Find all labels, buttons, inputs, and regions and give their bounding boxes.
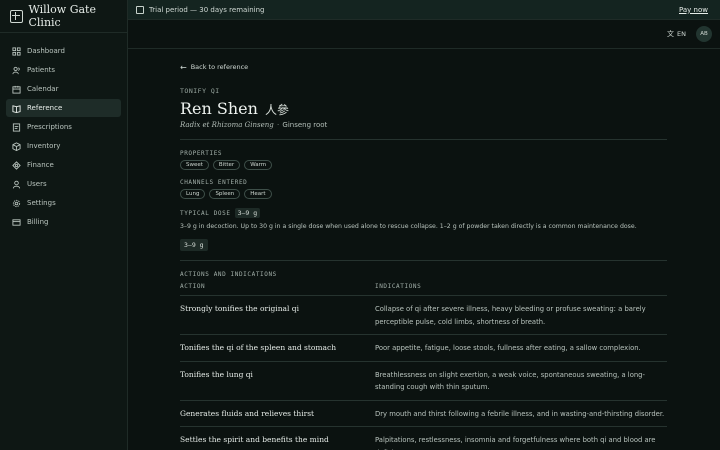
dose-row: TYPICAL DOSE 3–9 g (180, 208, 667, 218)
user-icon (12, 180, 21, 189)
table-row: Strongly tonifies the original qi Collap… (180, 296, 667, 335)
page-header: 文 EN AB (128, 20, 720, 49)
action-cell: Settles the spirit and benefits the mind (180, 435, 329, 444)
indications-cell: Palpitations, restlessness, insomnia and… (375, 436, 656, 450)
pay-now-link[interactable]: Pay now (679, 6, 708, 14)
sidebar-item-billing[interactable]: Billing (6, 213, 121, 231)
channel-chip: Heart (244, 189, 272, 199)
clinic-logo-icon (10, 9, 23, 23)
herb-title-row: Ren Shen 人參 (180, 99, 667, 118)
sidebar-item-inventory[interactable]: Inventory (6, 137, 121, 155)
sidebar-item-label: Users (27, 180, 47, 188)
action-cell: Strongly tonifies the original qi (180, 304, 299, 313)
herb-subtitle: Radix et Rhizoma Ginseng · Ginseng root (180, 121, 667, 129)
language-label: EN (677, 30, 686, 38)
arrow-left-icon: ← (180, 62, 187, 72)
property-chip: Sweet (180, 160, 209, 170)
sidebar-item-label: Calendar (27, 85, 59, 93)
channel-chip: Lung (180, 189, 206, 199)
page-title: Ren Shen (180, 99, 258, 118)
sidebar-item-label: Finance (27, 161, 54, 169)
back-link[interactable]: ← Back to reference (180, 60, 667, 74)
sidebar-item-label: Inventory (27, 142, 61, 150)
sidebar-item-label: Settings (27, 199, 56, 207)
translate-icon: 文 (667, 30, 675, 38)
brand[interactable]: Willow Gate Clinic (0, 0, 127, 33)
dose-badge: 3–9 g (180, 239, 208, 251)
table-row: Tonifies the qi of the spleen and stomac… (180, 335, 667, 362)
card-icon (12, 218, 21, 227)
book-icon (12, 104, 21, 113)
herb-category: TONIFY QI (180, 87, 220, 95)
table-row: Generates fluids and relieves thirst Dry… (180, 401, 667, 427)
property-chip: Bitter (212, 160, 241, 170)
sidebar-item-patients[interactable]: Patients (6, 61, 121, 79)
sidebar-item-label: Patients (27, 66, 56, 74)
trial-text: Trial period — 30 days remaining (149, 5, 265, 14)
sidebar-item-label: Prescriptions (27, 123, 72, 131)
users-icon (12, 66, 21, 75)
calendar-icon (12, 85, 21, 94)
indications-cell: Breathlessness on slight exertion, a wea… (375, 370, 645, 392)
divider (180, 139, 667, 140)
prescription-icon (12, 122, 21, 132)
column-header-indications: INDICATIONS (375, 283, 422, 290)
sidebar-item-label: Dashboard (27, 47, 65, 55)
action-cell: Tonifies the qi of the spleen and stomac… (180, 343, 337, 352)
herb-chinese-name: 人參 (264, 103, 289, 117)
properties-list: Sweet Bitter Warm (180, 160, 667, 170)
herb-common-name: Ginseng root (282, 121, 328, 129)
dose-description: 3–9 g in decoction. Up to 30 g in a sing… (180, 223, 637, 230)
sidebar-item-finance[interactable]: Finance (6, 156, 121, 174)
herb-detail: ← Back to reference TONIFY QI Ren Shen 人… (180, 60, 667, 450)
sidebar-item-users[interactable]: Users (6, 175, 121, 193)
column-header-action: ACTION (180, 283, 206, 290)
box-icon (12, 141, 21, 151)
sidebar-item-calendar[interactable]: Calendar (6, 80, 121, 98)
calendar-icon (136, 5, 144, 14)
sidebar-item-settings[interactable]: Settings (6, 194, 121, 212)
actions-section-label: ACTIONS AND INDICATIONS (180, 271, 277, 278)
dose-label: TYPICAL DOSE (180, 209, 231, 217)
back-label: Back to reference (190, 63, 249, 71)
divider (180, 260, 667, 261)
action-cell: Tonifies the lung qi (180, 369, 253, 379)
channel-chip: Spleen (209, 189, 241, 199)
separator: · (276, 121, 280, 129)
indications-cell: Dry mouth and thirst following a febrile… (375, 409, 665, 418)
sidebar-item-reference[interactable]: Reference (6, 99, 121, 117)
avatar[interactable]: AB (696, 26, 712, 42)
herb-latin-name: Radix et Rhizoma Ginseng (180, 121, 274, 129)
table-row: Tonifies the lung qi Breathlessness on s… (180, 362, 667, 401)
grid-icon (12, 46, 21, 56)
channels-label: CHANNELS ENTERED (180, 179, 248, 186)
sidebar-item-dashboard[interactable]: Dashboard (6, 42, 121, 60)
app-name: Willow Gate Clinic (28, 3, 96, 29)
sidebar-item-prescriptions[interactable]: Prescriptions (6, 118, 121, 136)
sidebar-item-label: Reference (27, 104, 63, 112)
channels-list: Lung Spleen Heart (180, 189, 667, 199)
property-chip: Warm (244, 160, 273, 170)
action-cell: Generates fluids and relieves thirst (180, 408, 315, 418)
properties-label: PROPERTIES (180, 150, 223, 157)
sidebar-item-label: Billing (27, 218, 49, 226)
table-row: Settles the spirit and benefits the mind… (180, 427, 667, 450)
actions-table-header: ACTION INDICATIONS (180, 283, 667, 296)
sidebar-nav: Dashboard Patients Calendar Reference Pr… (0, 33, 127, 231)
language-switcher[interactable]: 文 EN (667, 29, 686, 39)
finance-icon (12, 160, 21, 170)
indications-cell: Collapse of qi after severe illness, hea… (375, 305, 646, 326)
trial-banner: Trial period — 30 days remaining Pay now (128, 0, 720, 20)
gear-icon (12, 199, 21, 208)
indications-cell: Poor appetite, fatigue, loose stools, fu… (375, 344, 641, 352)
dose-value: 3–9 g (234, 208, 261, 218)
sidebar: Willow Gate Clinic Dashboard Patients Ca… (0, 0, 128, 450)
